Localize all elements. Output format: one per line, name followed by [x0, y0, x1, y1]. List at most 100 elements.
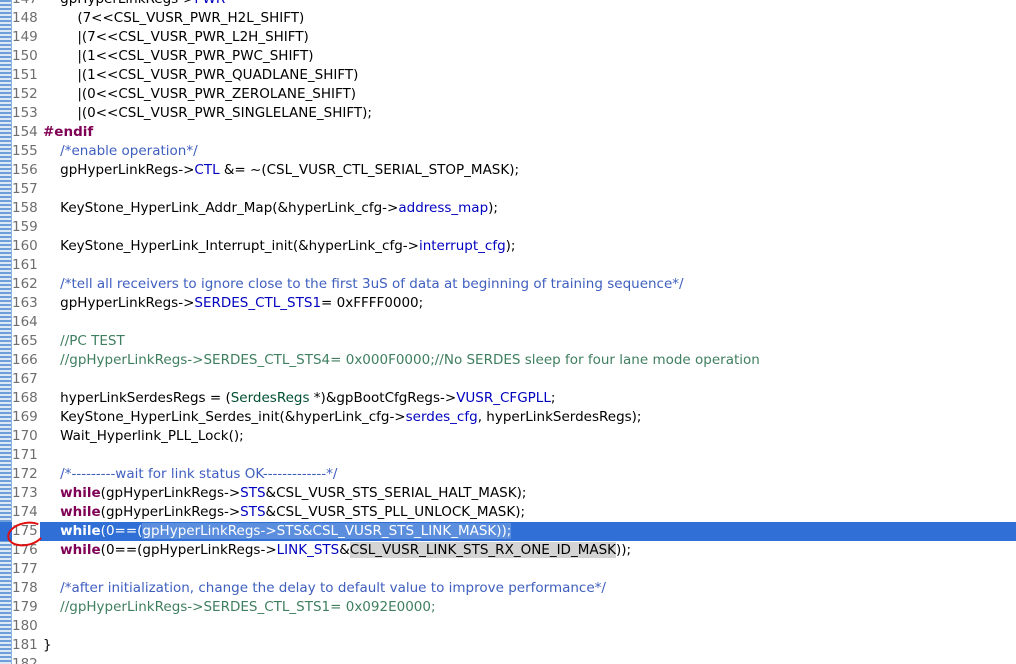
code-line[interactable]: 156 gpHyperLinkRegs->CTL &= ~(CSL_VUSR_C…	[0, 161, 1016, 180]
code-line[interactable]: 163 gpHyperLinkRegs->SERDES_CTL_STS1= 0x…	[0, 294, 1016, 313]
code-line[interactable]: 149 |(7<<CSL_VUSR_PWR_L2H_SHIFT)	[0, 28, 1016, 47]
code-token: CTL	[194, 162, 220, 178]
code-token: (gpHyperLinkRegs->	[100, 504, 241, 520]
code-line[interactable]: 170 Wait_Hyperlink_PLL_Lock();	[0, 427, 1016, 446]
code-text: //PC TEST	[43, 332, 125, 351]
code-text: while(0==(gpHyperLinkRegs->LINK_STS&CSL_…	[43, 541, 631, 560]
code-line[interactable]: 148 (7<<CSL_VUSR_PWR_H2L_SHIFT)	[0, 9, 1016, 28]
code-token: &CSL_VUSR_STS_SERIAL_HALT_MASK);	[265, 485, 527, 501]
code-token: ));	[616, 542, 632, 558]
code-line[interactable]: 150 |(1<<CSL_VUSR_PWR_PWC_SHIFT)	[0, 47, 1016, 66]
code-token: STS	[240, 485, 266, 501]
code-token: *)&gpBootCfgRegs->	[309, 390, 457, 406]
code-line[interactable]: 172 /*---------wait for link status OK--…	[0, 465, 1016, 484]
code-token: STS	[240, 504, 266, 520]
code-line[interactable]: 179 //gpHyperLinkRegs->SERDES_CTL_STS1= …	[0, 598, 1016, 617]
code-line[interactable]: 153 |(0<<CSL_VUSR_PWR_SINGLELANE_SHIFT);	[0, 104, 1016, 123]
code-text: |(0<<CSL_VUSR_PWR_ZEROLANE_SHIFT)	[43, 85, 356, 104]
code-text: /*enable operation*/	[43, 142, 197, 161]
code-line[interactable]: 165 //PC TEST	[0, 332, 1016, 351]
code-line[interactable]: 176 while(0==(gpHyperLinkRegs->LINK_STS&…	[0, 541, 1016, 560]
code-token: while	[60, 485, 101, 501]
code-token: address_map	[398, 200, 489, 216]
line-number: 163	[12, 295, 38, 311]
line-number: 161	[12, 257, 38, 273]
code-token: (0==(	[100, 523, 143, 539]
code-text: |(1<<CSL_VUSR_PWR_PWC_SHIFT)	[43, 47, 313, 66]
code-line[interactable]: 180	[0, 617, 1016, 636]
code-token: interrupt_cfg	[418, 238, 506, 254]
code-line[interactable]: 166 //gpHyperLinkRegs->SERDES_CTL_STS4= …	[0, 351, 1016, 370]
code-text: gpHyperLinkRegs->CTL &= ~(CSL_VUSR_CTL_S…	[43, 161, 519, 180]
line-number: 182	[12, 656, 38, 664]
code-line[interactable]: 164	[0, 313, 1016, 332]
code-token: CSL_VUSR_LINK_STS_RX_ONE_ID_MASK	[349, 542, 617, 558]
code-line[interactable]: 151 |(1<<CSL_VUSR_PWR_QUADLANE_SHIFT)	[0, 66, 1016, 85]
code-line[interactable]: 162 /*tell all receivers to ignore close…	[0, 275, 1016, 294]
code-line[interactable]: 169 KeyStone_HyperLink_Serdes_init(&hype…	[0, 408, 1016, 427]
code-token: while	[60, 504, 101, 520]
code-token: /*tell all receivers to ignore close to …	[60, 276, 684, 292]
code-text: Wait_Hyperlink_PLL_Lock();	[43, 427, 244, 446]
code-line[interactable]: 160 KeyStone_HyperLink_Interrupt_init(&h…	[0, 237, 1016, 256]
code-token: //gpHyperLinkRegs->SERDES_CTL_STS1= 0x09…	[60, 599, 436, 615]
code-token: (gpHyperLinkRegs->	[100, 485, 241, 501]
code-token: hyperLinkSerdesRegs = (	[43, 390, 231, 406]
code-text: /*tell all receivers to ignore close to …	[43, 275, 684, 294]
code-line[interactable]: 178 /*after initialization, change the d…	[0, 579, 1016, 598]
code-line[interactable]: 158 KeyStone_HyperLink_Addr_Map(&hyperLi…	[0, 199, 1016, 218]
code-line[interactable]: 154 #endif	[0, 123, 1016, 142]
code-token: &CSL_VUSR_STS_PLL_UNLOCK_MASK);	[265, 504, 526, 520]
code-text: while(0==(gpHyperLinkRegs->STS&CSL_VUSR_…	[43, 522, 512, 541]
line-number: 179	[12, 599, 38, 615]
line-number: 181	[12, 637, 38, 653]
code-token: LINK_STS	[276, 542, 340, 558]
line-number: 154	[12, 124, 38, 140]
line-number: 164	[12, 314, 38, 330]
code-text: hyperLinkSerdesRegs = (SerdesRegs *)&gpB…	[43, 389, 555, 408]
code-line[interactable]: 173 while(gpHyperLinkRegs->STS&CSL_VUSR_…	[0, 484, 1016, 503]
code-line[interactable]: 159	[0, 218, 1016, 237]
code-text: |(7<<CSL_VUSR_PWR_L2H_SHIFT)	[43, 28, 309, 47]
code-token: (7<<CSL_VUSR_PWR_H2L_SHIFT)	[43, 10, 305, 26]
code-line[interactable]: 157	[0, 180, 1016, 199]
code-line[interactable]: 152 |(0<<CSL_VUSR_PWR_ZEROLANE_SHIFT)	[0, 85, 1016, 104]
code-line[interactable]: 182	[0, 655, 1016, 664]
code-line[interactable]: 147 gpHyperLinkRegs->PWR	[0, 0, 1016, 9]
code-token: KeyStone_HyperLink_Interrupt_init(&hyper…	[43, 238, 419, 254]
line-number: 167	[12, 371, 38, 387]
code-token: /*after initialization, change the delay…	[60, 580, 606, 596]
code-line[interactable]: 174 while(gpHyperLinkRegs->STS&CSL_VUSR_…	[0, 503, 1016, 522]
code-line-current[interactable]: 175 while(0==(gpHyperLinkRegs->STS&CSL_V…	[0, 522, 1016, 541]
code-line[interactable]: 177	[0, 560, 1016, 579]
code-line[interactable]: 171	[0, 446, 1016, 465]
line-number: 168	[12, 390, 38, 406]
code-token: );	[488, 200, 498, 216]
line-number: 158	[12, 200, 38, 216]
code-line[interactable]: 155 /*enable operation*/	[0, 142, 1016, 161]
code-token: &	[339, 542, 350, 558]
code-text: gpHyperLinkRegs->PWR	[43, 0, 225, 9]
code-line[interactable]: 181}	[0, 636, 1016, 655]
code-editor[interactable]: 147 gpHyperLinkRegs->PWR148 (7<<CSL_VUSR…	[0, 0, 1016, 664]
code-token: SerdesRegs	[230, 390, 310, 406]
code-token: KeyStone_HyperLink_Addr_Map(&hyperLink_c…	[43, 200, 399, 216]
line-number: 156	[12, 162, 38, 178]
code-lines: 147 gpHyperLinkRegs->PWR148 (7<<CSL_VUSR…	[0, 0, 1016, 664]
code-text: |(1<<CSL_VUSR_PWR_QUADLANE_SHIFT)	[43, 66, 358, 85]
code-line[interactable]: 161	[0, 256, 1016, 275]
code-token: ;	[550, 390, 556, 406]
code-text: gpHyperLinkRegs->SERDES_CTL_STS1= 0xFFFF…	[43, 294, 423, 313]
code-line[interactable]: 167	[0, 370, 1016, 389]
code-token: //gpHyperLinkRegs->SERDES_CTL_STS4= 0x00…	[60, 352, 760, 368]
code-line[interactable]: 168 hyperLinkSerdesRegs = (SerdesRegs *)…	[0, 389, 1016, 408]
code-token: |(1<<CSL_VUSR_PWR_PWC_SHIFT)	[43, 48, 314, 64]
code-token: Wait_Hyperlink_PLL_Lock();	[43, 428, 244, 444]
code-text: |(0<<CSL_VUSR_PWR_SINGLELANE_SHIFT);	[43, 104, 372, 123]
code-token: |(1<<CSL_VUSR_PWR_QUADLANE_SHIFT)	[43, 67, 359, 83]
